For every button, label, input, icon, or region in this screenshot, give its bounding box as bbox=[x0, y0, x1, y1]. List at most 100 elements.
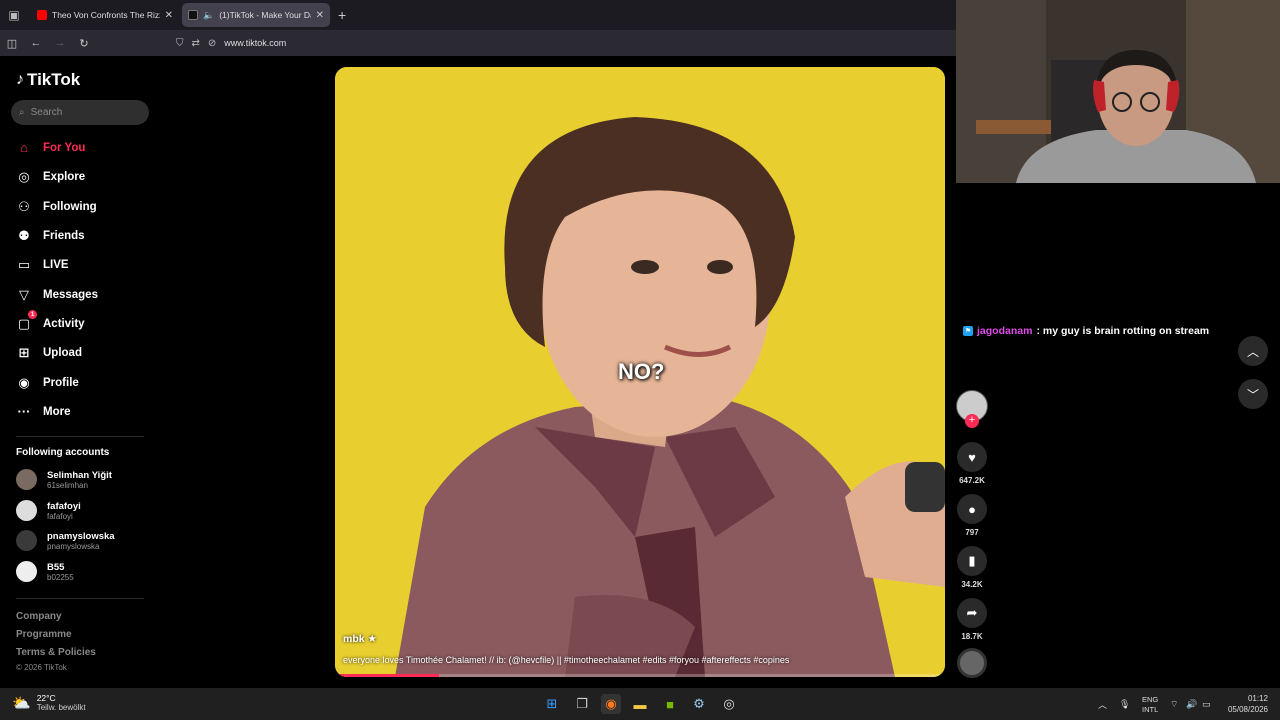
battery-icon[interactable]: ▭ bbox=[1202, 688, 1211, 720]
speaker-icon[interactable]: 🔈 bbox=[203, 10, 214, 21]
youtube-icon bbox=[37, 10, 47, 20]
tab-title: Theo Von Confronts The Rizzler bbox=[52, 10, 160, 20]
divider bbox=[16, 598, 144, 599]
close-tab-icon[interactable]: ✕ bbox=[316, 10, 324, 21]
account-item[interactable]: B55 b02255 bbox=[16, 561, 74, 582]
video-player[interactable]: NO? mbk ★ everyone loves Timothée Chalam… bbox=[335, 67, 945, 677]
video-progress-fill bbox=[335, 674, 439, 677]
friends-icon: ⚉ bbox=[18, 228, 30, 243]
tab-youtube[interactable]: Theo Von Confronts The Rizzler ✕ bbox=[31, 3, 179, 27]
keyboard-layout: INTL bbox=[1142, 705, 1159, 714]
microphone-icon[interactable]: 🎙 bbox=[1119, 688, 1130, 720]
profile-icon: ◉ bbox=[18, 375, 30, 390]
video-caption[interactable]: everyone loves Timothée Chalamet! // ib:… bbox=[343, 655, 789, 665]
volume-icon[interactable]: 🔊 bbox=[1186, 688, 1197, 720]
tab-tiktok[interactable]: 🔈 (1)TikTok - Make Your Day ✕ bbox=[182, 3, 330, 27]
tiktok-logo[interactable]: ♪ TikTok bbox=[16, 70, 80, 90]
nav-following[interactable]: ⚇ Following bbox=[16, 199, 97, 215]
previous-video-button[interactable]: ︿ bbox=[1238, 336, 1268, 366]
nav-label: More bbox=[43, 405, 71, 418]
forward-icon[interactable]: → bbox=[48, 37, 72, 49]
video-progress-bar[interactable] bbox=[335, 674, 945, 677]
nav-explore[interactable]: ◎ Explore bbox=[16, 169, 85, 185]
account-item[interactable]: pnamyslowska pnamyslowska bbox=[16, 530, 115, 551]
chat-message: ⚑ jagodanam : my guy is brain rotting on… bbox=[963, 325, 1209, 337]
show-hidden-icons[interactable]: ︿ bbox=[1098, 688, 1107, 720]
steam-icon[interactable]: ⚙ bbox=[689, 694, 709, 714]
back-icon[interactable]: ← bbox=[24, 37, 48, 49]
tab-overview-icon[interactable]: ▣ bbox=[0, 0, 28, 30]
language-indicator[interactable]: ENG INTL bbox=[1142, 695, 1158, 715]
nav-live[interactable]: ▭ LIVE bbox=[16, 257, 69, 273]
nav-upload[interactable]: ⊞ Upload bbox=[16, 345, 82, 361]
search-input[interactable]: ⌕ Search bbox=[11, 100, 149, 125]
shield-icon[interactable]: ⛉ bbox=[176, 38, 184, 49]
copyright: © 2026 TikTok bbox=[16, 663, 67, 672]
partly-cloudy-icon: ⛅ bbox=[12, 694, 31, 712]
divider bbox=[16, 436, 144, 437]
file-explorer-icon[interactable]: ▬ bbox=[630, 694, 650, 714]
nav-activity[interactable]: ▢ 1 Activity bbox=[16, 310, 85, 332]
search-placeholder: Search bbox=[30, 107, 63, 118]
activity-icon: ▢ 1 bbox=[16, 310, 37, 332]
compass-icon: ◎ bbox=[18, 169, 30, 184]
like-button[interactable]: ♥ 647.2K bbox=[955, 442, 989, 485]
avatar bbox=[16, 530, 37, 551]
windows-start-icon[interactable]: ⊞ bbox=[542, 694, 562, 714]
sidebar-toggle-icon[interactable]: ◫ bbox=[0, 37, 24, 50]
clock-time: 01:12 bbox=[1247, 694, 1268, 703]
nav-friends[interactable]: ⚉ Friends bbox=[16, 228, 84, 244]
wifi-icon[interactable]: ⌔ bbox=[1170, 688, 1178, 720]
obs-icon[interactable]: ◎ bbox=[719, 694, 739, 714]
url-text[interactable]: www.tiktok.com bbox=[224, 38, 286, 48]
logo-text: TikTok bbox=[27, 70, 81, 89]
account-name: pnamyslowska bbox=[47, 530, 115, 542]
account-item[interactable]: Selimhan Yiğit 61selimhan bbox=[16, 469, 112, 490]
nav-label: Activity bbox=[43, 318, 85, 330]
task-view-icon[interactable]: ❐ bbox=[572, 694, 592, 714]
footer-link-programme[interactable]: Programme bbox=[16, 629, 72, 640]
nav-label: Profile bbox=[43, 377, 79, 389]
music-disc-icon[interactable] bbox=[957, 648, 987, 678]
footer-link-terms[interactable]: Terms & Policies bbox=[16, 647, 96, 658]
close-tab-icon[interactable]: ✕ bbox=[165, 10, 173, 21]
permissions-icon[interactable]: ⇄ bbox=[192, 38, 200, 49]
avatar bbox=[16, 561, 37, 582]
tracking-icon[interactable]: ⊘ bbox=[208, 38, 216, 49]
bookmark-icon: ▮ bbox=[957, 546, 987, 576]
language-code: ENG bbox=[1142, 695, 1159, 704]
tab-title: (1)TikTok - Make Your Day bbox=[219, 10, 311, 20]
nav-messages[interactable]: ▽ Messages bbox=[16, 287, 98, 303]
footer-link-company[interactable]: Company bbox=[16, 611, 62, 622]
share-count: 18.7K bbox=[961, 632, 983, 641]
chevron-up-icon: ︿ bbox=[1246, 344, 1259, 359]
nav-label: Messages bbox=[43, 289, 98, 301]
new-tab-button[interactable]: + bbox=[338, 7, 346, 23]
video-author[interactable]: mbk ★ bbox=[343, 633, 377, 645]
navigation-bar: ◫ ← → ↻ ⛉ ⇄ ⊘ www.tiktok.com bbox=[0, 30, 956, 56]
address-bar[interactable]: ⛉ ⇄ ⊘ www.tiktok.com bbox=[176, 38, 286, 49]
share-button[interactable]: ➦ 18.7K bbox=[955, 598, 989, 641]
nav-label: Following bbox=[43, 201, 97, 213]
save-button[interactable]: ▮ 34.2K bbox=[955, 546, 989, 589]
weather-condition: Teilw. bewölkt bbox=[36, 703, 86, 712]
account-handle: pnamyslowska bbox=[47, 541, 100, 551]
follow-plus-icon[interactable]: + bbox=[965, 414, 979, 428]
account-item[interactable]: fafafoyi fafafoyi bbox=[16, 500, 81, 521]
system-clock[interactable]: 01:12 05/08/2026 bbox=[1226, 693, 1268, 715]
like-count: 647.2K bbox=[959, 476, 985, 485]
nav-for-you[interactable]: ⌂ For You bbox=[16, 140, 85, 155]
weather-widget[interactable]: ⛅ 22°C Teilw. bewölkt bbox=[12, 693, 86, 712]
chevron-down-icon: ﹀ bbox=[1246, 387, 1259, 402]
reload-icon[interactable]: ↻ bbox=[72, 37, 96, 50]
comment-button[interactable]: ● 797 bbox=[955, 494, 989, 537]
firefox-icon[interactable]: ◉ bbox=[601, 694, 621, 714]
nav-more[interactable]: ··· More bbox=[16, 404, 71, 419]
nav-profile[interactable]: ◉ Profile bbox=[16, 375, 79, 391]
nvidia-icon[interactable]: ■ bbox=[660, 694, 680, 714]
save-count: 34.2K bbox=[961, 580, 983, 589]
comment-icon: ● bbox=[957, 494, 987, 524]
plus-square-icon: ⊞ bbox=[18, 345, 30, 360]
chat-text: : my guy is brain rotting on stream bbox=[1036, 325, 1210, 337]
next-video-button[interactable]: ﹀ bbox=[1238, 379, 1268, 409]
